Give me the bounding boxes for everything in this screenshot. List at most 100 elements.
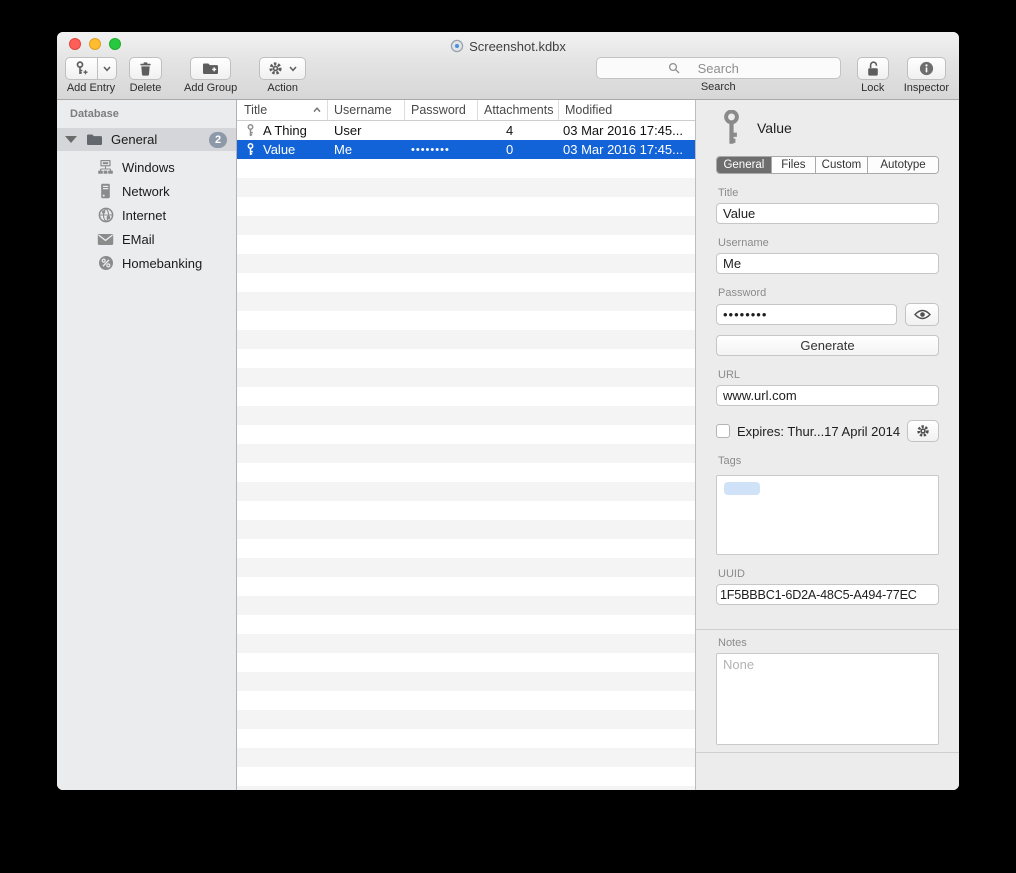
- toolbar: Add Entry Delete: [57, 56, 959, 100]
- sidebar-item-general[interactable]: General 2: [57, 128, 236, 151]
- tags-field-label: Tags: [718, 455, 939, 467]
- section-divider: [696, 629, 959, 630]
- tab-custom[interactable]: Custom: [816, 157, 868, 173]
- expires-checkbox[interactable]: [716, 424, 730, 438]
- key-plus-icon: [74, 61, 89, 76]
- window-header: Screenshot.kdbx: [57, 32, 959, 100]
- tag-token[interactable]: [724, 482, 760, 495]
- sidebar-item-windows[interactable]: Windows: [57, 155, 236, 179]
- key-icon: [245, 124, 256, 137]
- column-header-modified[interactable]: Modified: [559, 100, 695, 120]
- inspector-panel: Value General Files Custom Autotype Titl…: [695, 100, 959, 790]
- app-window: Screenshot.kdbx: [57, 32, 959, 790]
- close-button[interactable]: [69, 38, 81, 50]
- inspector-header: Value: [716, 100, 939, 156]
- add-entry-dropdown-button[interactable]: [98, 57, 117, 80]
- search-input[interactable]: [596, 57, 841, 79]
- expires-label: Expires: Thur...17 April 2014: [737, 424, 900, 439]
- column-header-password[interactable]: Password: [405, 100, 478, 120]
- envelope-icon: [97, 233, 114, 246]
- add-entry-label: Add Entry: [67, 82, 115, 94]
- add-group-button[interactable]: [190, 57, 231, 80]
- sidebar-item-internet[interactable]: Internet: [57, 203, 236, 227]
- title-bar: Screenshot.kdbx: [57, 32, 959, 56]
- password-field[interactable]: [716, 304, 897, 325]
- action-label: Action: [267, 82, 298, 94]
- minimize-button[interactable]: [89, 38, 101, 50]
- section-divider: [696, 752, 959, 753]
- trash-icon: [139, 62, 152, 76]
- uuid-field[interactable]: [716, 584, 939, 605]
- globe-icon: [98, 207, 114, 223]
- info-icon: [919, 61, 934, 76]
- table-row-selected[interactable]: Value Me •••••••• 0 03 Mar 2016 17:45...: [237, 140, 695, 159]
- zoom-button[interactable]: [109, 38, 121, 50]
- traffic-lights: [69, 38, 121, 50]
- percent-icon: [98, 255, 114, 271]
- generate-button[interactable]: Generate: [716, 335, 939, 356]
- inspector-button[interactable]: [907, 57, 946, 80]
- notes-field-label: Notes: [718, 637, 939, 649]
- sidebar-item-label: Network: [122, 184, 170, 199]
- window-title-text: Screenshot.kdbx: [469, 39, 566, 54]
- chevron-down-icon: [103, 66, 111, 72]
- sidebar-item-email[interactable]: EMail: [57, 227, 236, 251]
- sidebar-item-label: Internet: [122, 208, 166, 223]
- sidebar-item-network[interactable]: Network: [57, 179, 236, 203]
- lock-label: Lock: [861, 82, 884, 94]
- add-entry-button[interactable]: [65, 57, 98, 80]
- tab-autotype[interactable]: Autotype: [868, 157, 938, 173]
- tab-files[interactable]: Files: [772, 157, 816, 173]
- delete-button[interactable]: [129, 57, 162, 80]
- expires-row: Expires: Thur...17 April 2014: [716, 420, 939, 442]
- username-field[interactable]: [716, 253, 939, 274]
- username-field-label: Username: [718, 237, 939, 249]
- expires-settings-button[interactable]: [907, 420, 939, 442]
- table-body[interactable]: A Thing User 4 03 Mar 2016 17:45... Valu…: [237, 121, 695, 790]
- chevron-down-icon: [289, 66, 297, 72]
- sidebar-item-label: General: [111, 132, 157, 147]
- url-field[interactable]: [716, 385, 939, 406]
- sidebar-item-homebanking[interactable]: Homebanking: [57, 251, 236, 275]
- column-header-title[interactable]: Title: [237, 100, 328, 120]
- table-row[interactable]: A Thing User 4 03 Mar 2016 17:45...: [237, 121, 695, 140]
- title-field[interactable]: [716, 203, 939, 224]
- delete-label: Delete: [130, 82, 162, 94]
- inspector-tabs: General Files Custom Autotype: [716, 156, 939, 174]
- workgroup-icon: [97, 159, 114, 175]
- search-icon: [668, 62, 680, 74]
- password-field-label: Password: [718, 287, 939, 299]
- folder-plus-icon: [202, 62, 219, 75]
- key-icon: [721, 110, 742, 146]
- gear-icon: [268, 61, 283, 76]
- tags-box[interactable]: [716, 475, 939, 555]
- folder-icon: [86, 133, 103, 146]
- lock-item: Lock: [857, 57, 889, 94]
- reveal-password-button[interactable]: [905, 303, 939, 326]
- column-header-username[interactable]: Username: [328, 100, 405, 120]
- inspector-item: Inspector: [904, 57, 949, 94]
- sidebar-section-header: Database: [57, 108, 236, 120]
- uuid-field-label: UUID: [718, 568, 939, 580]
- entry-table: Title Username Password Attachments Modi…: [237, 100, 695, 790]
- lock-button[interactable]: [857, 57, 889, 80]
- notes-field[interactable]: [716, 653, 939, 745]
- document-icon: [450, 39, 464, 53]
- entry-title: Value: [757, 120, 792, 136]
- delete-item: Delete: [129, 57, 162, 94]
- column-header-attachments[interactable]: Attachments: [478, 100, 559, 120]
- search-item: Search: [596, 57, 841, 93]
- lock-open-icon: [866, 61, 880, 77]
- search-label: Search: [701, 81, 736, 93]
- inspector-label: Inspector: [904, 82, 949, 94]
- tab-general[interactable]: General: [717, 157, 772, 173]
- sidebar-item-label: Windows: [122, 160, 175, 175]
- sidebar: Database General 2: [57, 100, 237, 790]
- action-button[interactable]: [259, 57, 306, 80]
- add-entry-item: Add Entry: [65, 57, 117, 94]
- server-icon: [99, 183, 112, 199]
- window-title: Screenshot.kdbx: [450, 35, 566, 54]
- disclosure-triangle-icon[interactable]: [65, 136, 77, 143]
- gear-icon: [916, 424, 930, 438]
- sidebar-item-label: EMail: [122, 232, 155, 247]
